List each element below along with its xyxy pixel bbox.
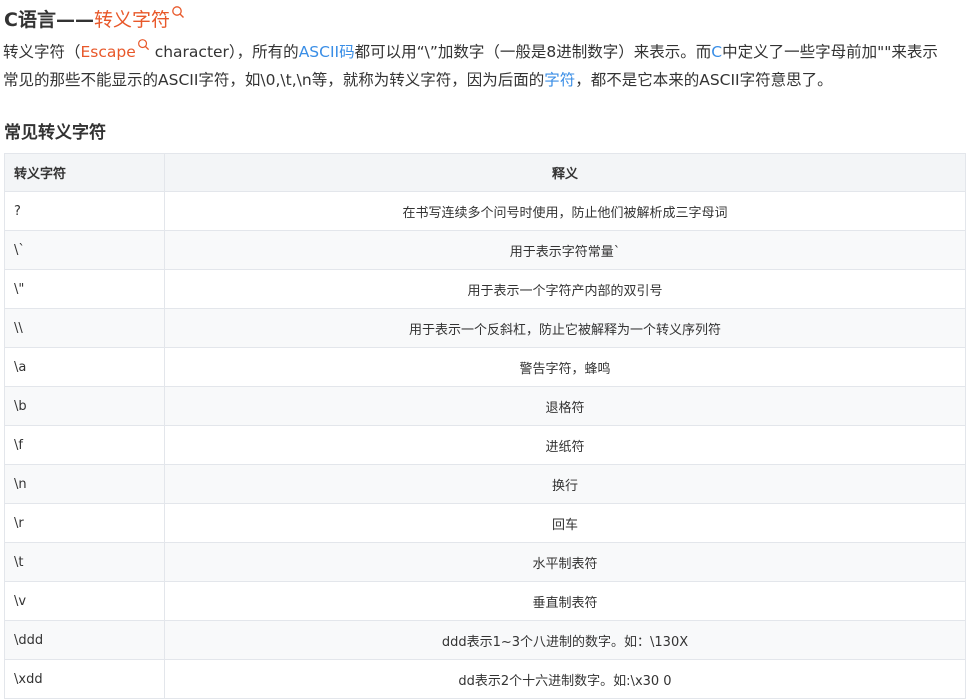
escape-cell: \" — [4, 269, 165, 309]
escape-keyword-link[interactable]: Escape — [81, 43, 136, 61]
intro-text: 常见的那些不能显示的ASCII字符，如\0,\t,\n等，就称为转义字符，因为后… — [3, 71, 545, 89]
table-row: \n 换行 — [4, 464, 966, 504]
escape-table: 转义字符 释义 ? 在书写连续多个问号时使用，防止他们被解析成三字母词 \` 用于表… — [4, 153, 966, 699]
table-row: \b 退格符 — [4, 386, 966, 426]
search-icon[interactable] — [171, 5, 185, 19]
intro-text: 转义字符（ — [3, 43, 81, 61]
section-title: 常见转义字符 — [4, 123, 106, 143]
table-row: \` 用于表示字符常量` — [4, 230, 966, 270]
escape-cell: \t — [4, 542, 165, 582]
escape-cell: \r — [4, 503, 165, 543]
meaning-cell: 回车 — [164, 503, 966, 543]
table-row: \\ 用于表示一个反斜杠，防止它被解释为一个转义序列符 — [4, 308, 966, 348]
intro-paragraph: 转义字符（Escape character），所有的ASCII码都可以用“\”加… — [3, 38, 966, 94]
title-prefix: C语言—— — [4, 8, 94, 31]
escape-cell: \\ — [4, 308, 165, 348]
escape-cell: \b — [4, 386, 165, 426]
table-row: \ddd ddd表示1~3个八进制的数字。如：\130X — [4, 620, 966, 660]
escape-cell: \n — [4, 464, 165, 504]
meaning-cell: 在书写连续多个问号时使用，防止他们被解析成三字母词 — [164, 191, 966, 231]
escape-cell: \v — [4, 581, 165, 621]
column-header-meaning: 释义 — [164, 153, 966, 192]
table-row: \v 垂直制表符 — [4, 581, 966, 621]
intro-text: ，都不是它本来的ASCII字符意思了。 — [575, 71, 833, 89]
escape-cell: \xdd — [4, 659, 165, 699]
escape-cell: \ddd — [4, 620, 165, 660]
table-header-row: 转义字符 释义 — [4, 153, 966, 192]
table-row: \t 水平制表符 — [4, 542, 966, 582]
meaning-cell: 进纸符 — [164, 425, 966, 465]
page-title: C语言—— 转义字符 — [4, 3, 185, 33]
table-row: \xdd dd表示2个十六进制数字。如:\x30 0 — [4, 659, 966, 699]
escape-cell: \` — [4, 230, 165, 270]
meaning-cell: ddd表示1~3个八进制的数字。如：\130X — [164, 620, 966, 660]
table-row: \" 用于表示一个字符产内部的双引号 — [4, 269, 966, 309]
table-row: \a 警告字符，蜂鸣 — [4, 347, 966, 387]
ascii-code-link[interactable]: ASCII码 — [299, 43, 355, 61]
table-row: \f 进纸符 — [4, 425, 966, 465]
meaning-cell: 换行 — [164, 464, 966, 504]
meaning-cell: 警告字符，蜂鸣 — [164, 347, 966, 387]
escape-cell: ? — [4, 191, 165, 231]
intro-text: 中定义了一些字母前加""来表示 — [722, 43, 938, 61]
meaning-cell: 用于表示一个反斜杠，防止它被解释为一个转义序列符 — [164, 308, 966, 348]
search-icon[interactable] — [137, 38, 150, 51]
table-row: \r 回车 — [4, 503, 966, 543]
character-link[interactable]: 字符 — [544, 71, 575, 89]
meaning-cell: 退格符 — [164, 386, 966, 426]
meaning-cell: 用于表示字符常量` — [164, 230, 966, 270]
meaning-cell: 用于表示一个字符产内部的双引号 — [164, 269, 966, 309]
column-header-escape: 转义字符 — [4, 153, 165, 192]
meaning-cell: 水平制表符 — [164, 542, 966, 582]
intro-line-1: 转义字符（Escape character），所有的ASCII码都可以用“\”加… — [3, 38, 966, 66]
escape-cell: \f — [4, 425, 165, 465]
table-row: ? 在书写连续多个问号时使用，防止他们被解析成三字母词 — [4, 191, 966, 231]
intro-line-2: 常见的那些不能显示的ASCII字符，如\0,\t,\n等，就称为转义字符，因为后… — [3, 66, 966, 94]
meaning-cell: 垂直制表符 — [164, 581, 966, 621]
intro-text: character），所有的 — [149, 43, 299, 61]
meaning-cell: dd表示2个十六进制数字。如:\x30 0 — [164, 659, 966, 699]
intro-text: 都可以用“\”加数字（一般是8进制数字）来表示。而 — [354, 43, 712, 61]
c-language-link[interactable]: C — [711, 43, 722, 61]
title-keyword-link[interactable]: 转义字符 — [94, 5, 170, 32]
escape-cell: \a — [4, 347, 165, 387]
